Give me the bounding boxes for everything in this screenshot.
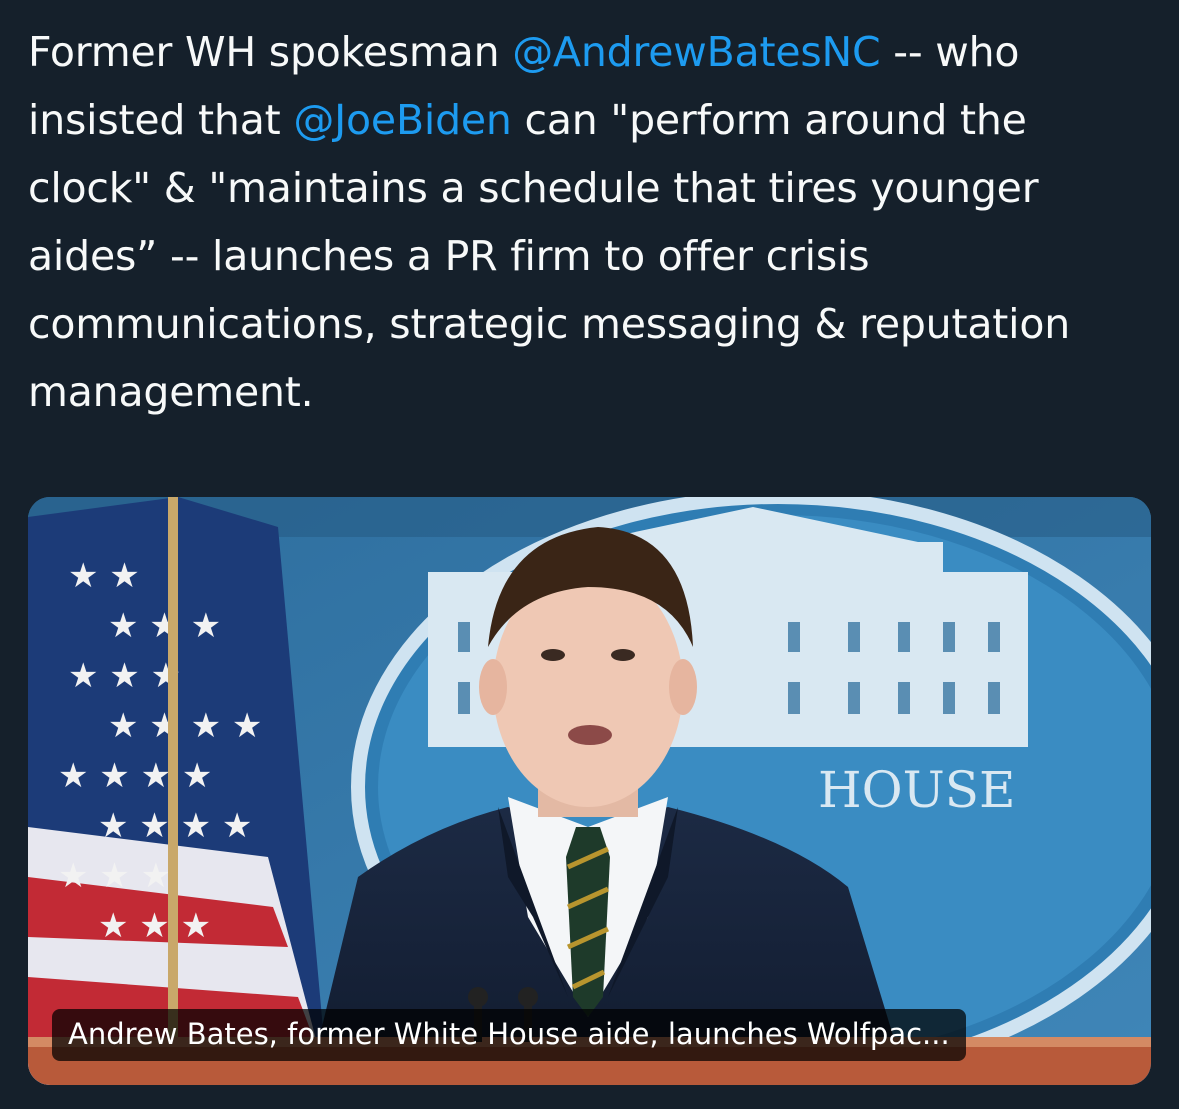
card-image: HOUSE ★ ★ ★ ★ ★ ★ ★ ★ ★ ★ ★ ★ ★ ★ ★ ★ ★ … <box>28 497 1151 1085</box>
svg-text:★ ★ ★: ★ ★ ★ <box>108 606 221 646</box>
svg-text:★ ★ ★: ★ ★ ★ <box>98 906 211 946</box>
link-card[interactable]: HOUSE ★ ★ ★ ★ ★ ★ ★ ★ ★ ★ ★ ★ ★ ★ ★ ★ ★ … <box>28 497 1151 1085</box>
tweet-footer-partial <box>62 1100 232 1109</box>
seal-text: HOUSE <box>818 761 1016 819</box>
mention-joebiden[interactable]: @JoeBiden <box>293 96 512 144</box>
svg-text:★ ★ ★: ★ ★ ★ <box>68 656 181 696</box>
tweet-text: Former WH spokesman @AndrewBatesNC -- wh… <box>28 18 1158 426</box>
tweet-text-part: can "perform around the clock" & "mainta… <box>28 96 1071 416</box>
mention-andrewbatesnc[interactable]: @AndrewBatesNC <box>512 28 880 76</box>
tweet-text-part: Former WH spokesman <box>28 28 513 76</box>
card-caption: Andrew Bates, former White House aide, l… <box>52 1009 966 1061</box>
svg-text:★ ★ ★ ★: ★ ★ ★ ★ <box>58 756 212 796</box>
svg-text:★ ★: ★ ★ <box>68 556 140 596</box>
svg-text:★ ★ ★ ★: ★ ★ ★ ★ <box>108 706 262 746</box>
american-flag: ★ ★ ★ ★ ★ ★ ★ ★ ★ ★ ★ ★ ★ ★ ★ ★ ★ ★ ★ ★ … <box>28 497 328 1085</box>
svg-text:★ ★ ★: ★ ★ ★ <box>58 856 171 896</box>
